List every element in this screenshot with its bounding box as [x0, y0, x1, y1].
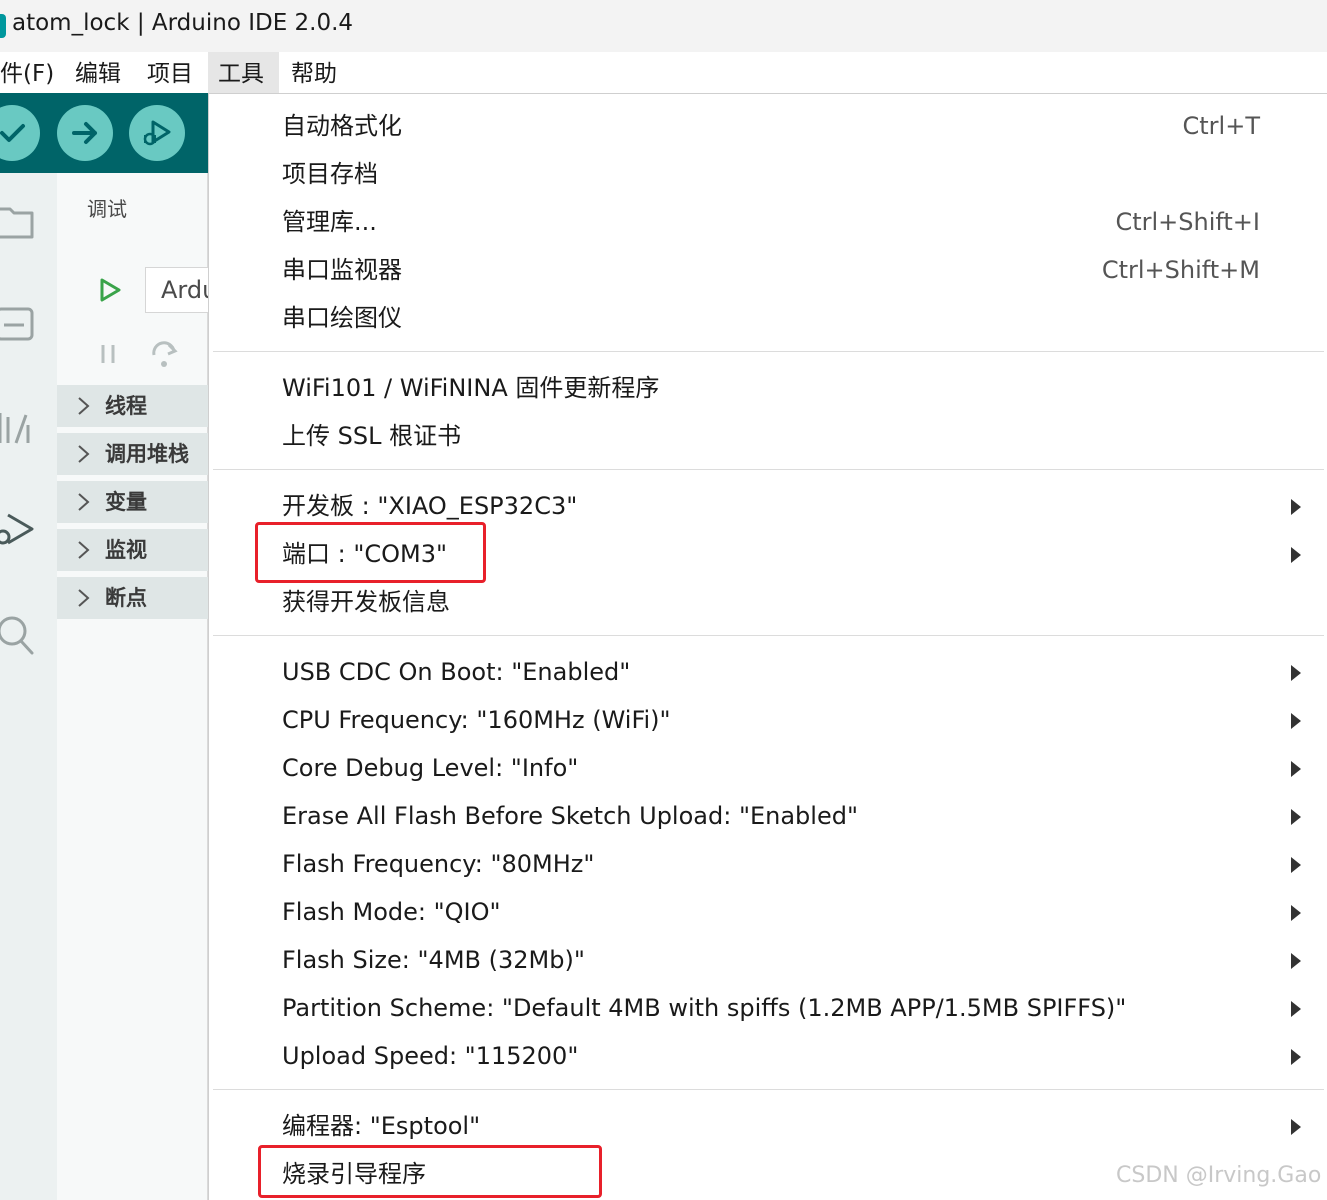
- menu-item-upload-ssl[interactable]: 上传 SSL 根证书: [209, 412, 1327, 460]
- section-watch[interactable]: 监视: [57, 529, 208, 571]
- menu-item-partition-scheme[interactable]: Partition Scheme: "Default 4MB with spif…: [209, 984, 1327, 1032]
- menu-tools[interactable]: 工具: [208, 52, 279, 93]
- chevron-right-icon: [78, 493, 90, 511]
- submenu-arrow-icon: [1291, 1119, 1301, 1135]
- menu-item-upload-speed[interactable]: Upload Speed: "115200": [209, 1032, 1327, 1080]
- submenu-arrow-icon: [1291, 953, 1301, 969]
- submenu-arrow-icon: [1291, 857, 1301, 873]
- search-icon[interactable]: [0, 613, 38, 657]
- start-debugging-icon[interactable]: [97, 277, 123, 303]
- menu-item-cpu-frequency[interactable]: CPU Frequency: "160MHz (WiFi)": [209, 696, 1327, 744]
- chevron-right-icon: [78, 541, 90, 559]
- highlight-box-burn-bootloader: [258, 1145, 602, 1198]
- menu-bar: 件(F) 编辑 项目 工具 帮助: [0, 52, 1327, 93]
- section-label: 调用堆栈: [105, 442, 189, 466]
- submenu-arrow-icon: [1291, 1049, 1301, 1065]
- shortcut: Ctrl+Shift+I: [1115, 208, 1260, 236]
- upload-button[interactable]: [57, 105, 113, 161]
- menu-item-board-info[interactable]: 获得开发板信息: [209, 578, 1327, 626]
- upload-icon: [72, 122, 97, 144]
- menu-item-erase-flash[interactable]: Erase All Flash Before Sketch Upload: "E…: [209, 792, 1327, 840]
- menu-sketch[interactable]: 项目: [137, 52, 203, 93]
- arduino-logo-icon: [0, 14, 6, 38]
- submenu-arrow-icon: [1291, 809, 1301, 825]
- menu-item-serial-monitor[interactable]: 串口监视器 Ctrl+Shift+M: [209, 246, 1327, 294]
- chevron-right-icon: [78, 397, 90, 415]
- submenu-arrow-icon: [1291, 499, 1301, 515]
- section-label: 监视: [105, 538, 147, 562]
- section-breakpoints[interactable]: 断点: [57, 577, 208, 619]
- section-variables[interactable]: 变量: [57, 481, 208, 523]
- chevron-right-icon: [78, 589, 90, 607]
- menu-item-firmware-updater[interactable]: WiFi101 / WiFiNINA 固件更新程序: [209, 364, 1327, 412]
- toolbar: [0, 93, 208, 173]
- menu-help[interactable]: 帮助: [281, 52, 347, 93]
- verify-icon: [0, 124, 25, 142]
- section-label: 线程: [105, 394, 147, 418]
- window-title: atom_lock | Arduino IDE 2.0.4: [12, 10, 354, 36]
- tools-menu: 自动格式化 Ctrl+T 项目存档 管理库... Ctrl+Shift+I 串口…: [208, 93, 1327, 1200]
- section-label: 变量: [105, 490, 147, 514]
- title-bar: atom_lock | Arduino IDE 2.0.4: [0, 0, 1327, 52]
- highlight-box-port: [255, 522, 486, 583]
- chevron-right-icon: [78, 445, 90, 463]
- watermark: CSDN @Irving.Gao: [1116, 1163, 1322, 1188]
- shortcut: Ctrl+T: [1182, 112, 1260, 140]
- pause-icon[interactable]: [97, 341, 121, 367]
- menu-item-flash-mode[interactable]: Flash Mode: "QIO": [209, 888, 1327, 936]
- menu-separator: [213, 351, 1324, 352]
- debug-view-icon[interactable]: [0, 507, 38, 551]
- menu-item-usb-cdc-on-boot[interactable]: USB CDC On Boot: "Enabled": [209, 648, 1327, 696]
- menu-separator: [213, 635, 1324, 636]
- menu-separator: [213, 469, 1324, 470]
- menu-edit[interactable]: 编辑: [65, 52, 131, 93]
- debug-panel: 调试 Ardu 线程 调用堆栈 变量 监视 断点: [57, 173, 225, 1200]
- menu-item-serial-plotter[interactable]: 串口绘图仪: [209, 294, 1327, 342]
- verify-button[interactable]: [0, 105, 40, 161]
- submenu-arrow-icon: [1291, 905, 1301, 921]
- submenu-arrow-icon: [1291, 547, 1301, 563]
- submenu-arrow-icon: [1291, 713, 1301, 729]
- section-threads[interactable]: 线程: [57, 385, 208, 427]
- shortcut: Ctrl+Shift+M: [1101, 256, 1260, 284]
- library-manager-icon[interactable]: [0, 405, 38, 449]
- menu-item-core-debug-level[interactable]: Core Debug Level: "Info": [209, 744, 1327, 792]
- step-over-icon[interactable]: [149, 339, 179, 369]
- submenu-arrow-icon: [1291, 761, 1301, 777]
- submenu-arrow-icon: [1291, 665, 1301, 681]
- menu-item-auto-format[interactable]: 自动格式化 Ctrl+T: [209, 102, 1327, 150]
- menu-separator: [213, 1089, 1324, 1090]
- activity-bar: [0, 173, 57, 1200]
- menu-item-flash-frequency[interactable]: Flash Frequency: "80MHz": [209, 840, 1327, 888]
- debug-button[interactable]: [129, 105, 185, 161]
- debug-icon: [143, 120, 171, 146]
- menu-item-programmer[interactable]: 编程器: "Esptool": [209, 1102, 1327, 1150]
- submenu-arrow-icon: [1291, 1001, 1301, 1017]
- menu-item-flash-size[interactable]: Flash Size: "4MB (32Mb)": [209, 936, 1327, 984]
- menu-item-manage-libraries[interactable]: 管理库... Ctrl+Shift+I: [209, 198, 1327, 246]
- sketchbook-folder-icon[interactable]: [0, 199, 38, 243]
- section-label: 断点: [105, 586, 147, 610]
- menu-file[interactable]: 件(F): [0, 52, 64, 93]
- menu-item-archive-sketch[interactable]: 项目存档: [209, 150, 1327, 198]
- section-call-stack[interactable]: 调用堆栈: [57, 433, 208, 475]
- boards-manager-icon[interactable]: [0, 301, 38, 345]
- panel-title: 调试: [87, 197, 127, 221]
